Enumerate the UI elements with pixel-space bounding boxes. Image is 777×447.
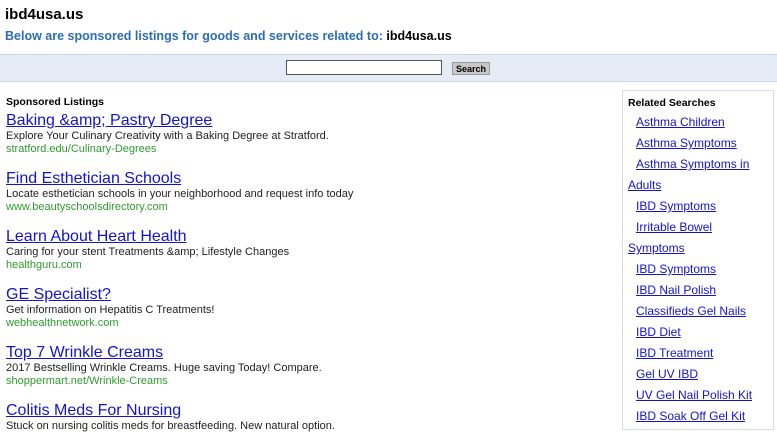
- listing-item: Find Esthetician Schools Locate esthetic…: [6, 170, 606, 214]
- related-search-link[interactable]: Asthma Symptoms: [623, 133, 773, 154]
- listing-url[interactable]: webhealthnetwork.com: [6, 317, 606, 330]
- search-input[interactable]: [286, 60, 442, 75]
- listing-title-link[interactable]: Top 7 Wrinkle Creams: [6, 344, 606, 362]
- related-search-link[interactable]: Adults: [623, 175, 773, 196]
- search-button[interactable]: Search: [452, 62, 490, 75]
- sponsored-listings: Sponsored Listings Baking &amp; Pastry D…: [6, 96, 606, 447]
- related-search-link[interactable]: Asthma Symptoms in: [623, 154, 773, 175]
- related-search-link[interactable]: Gel UV IBD: [623, 364, 773, 385]
- listing-description: Caring for your stent Treatments &amp; L…: [6, 246, 290, 258]
- related-search-link[interactable]: IBD Soak Off Gel Kit: [623, 406, 773, 427]
- related-searches-list: Asthma Children Asthma Symptoms Asthma Sym…: [623, 112, 773, 427]
- related-search-link[interactable]: IBD Symptoms: [623, 259, 773, 280]
- related-search-link[interactable]: UV Gel Nail Polish Kit: [623, 385, 773, 406]
- subtitle: Below are sponsored listings for goods a…: [5, 28, 765, 44]
- listing-description: 2017 Bestselling Wrinkle Creams. Huge sa…: [6, 362, 322, 374]
- listing-title-link[interactable]: Learn About Heart Health: [6, 228, 606, 246]
- listing-url[interactable]: healthguru.com: [6, 259, 606, 272]
- listing-title-link[interactable]: Baking &amp; Pastry Degree: [6, 112, 606, 130]
- listing-description: Explore Your Culinary Creativity with a …: [6, 130, 329, 142]
- listing-item: Colitis Meds For Nursing Stuck on nursin…: [6, 402, 606, 433]
- listing-title-link[interactable]: Colitis Meds For Nursing: [6, 402, 606, 420]
- listing-item: Baking &amp; Pastry Degree Explore Your …: [6, 112, 606, 156]
- related-search-link[interactable]: IBD Symptoms: [623, 196, 773, 217]
- related-search-link[interactable]: Irritable Bowel: [623, 217, 773, 238]
- related-search-link[interactable]: Symptoms: [623, 238, 773, 259]
- listing-title-link[interactable]: GE Specialist?: [6, 286, 606, 304]
- listing-title-link[interactable]: Find Esthetician Schools: [6, 170, 606, 188]
- listing-description: Locate esthetician schools in your neigh…: [6, 188, 354, 200]
- site-title: ibd4usa.us: [5, 6, 84, 23]
- related-searches-heading: Related Searches: [628, 97, 716, 109]
- related-search-link[interactable]: IBD Nail Polish: [623, 280, 773, 301]
- subtitle-prefix: Below are sponsored listings for goods a…: [5, 29, 383, 43]
- subtitle-domain: ibd4usa.us: [386, 29, 452, 43]
- related-search-link[interactable]: IBD Treatment: [623, 343, 773, 364]
- search-bar: Search: [0, 54, 777, 82]
- section-label: Sponsored Listings: [6, 96, 105, 108]
- related-search-link[interactable]: Asthma Children: [623, 112, 773, 133]
- related-search-link[interactable]: IBD Diet: [623, 322, 773, 343]
- listing-item: Top 7 Wrinkle Creams 2017 Bestselling Wr…: [6, 344, 606, 388]
- listing-url[interactable]: stratford.edu/Culinary-Degrees: [6, 143, 606, 156]
- listing-url[interactable]: shoppermart.net/Wrinkle-Creams: [6, 375, 606, 388]
- related-searches-panel: Related Searches Asthma Children Asthma S…: [622, 90, 774, 430]
- listing-item: GE Specialist? Get information on Hepati…: [6, 286, 606, 330]
- listing-description: Stuck on nursing colitis meds for breast…: [6, 420, 335, 432]
- page-header: ibd4usa.us Below are sponsored listings …: [5, 6, 765, 44]
- listing-item: Learn About Heart Health Caring for your…: [6, 228, 606, 272]
- listing-description: Get information on Hepatitis C Treatment…: [6, 304, 215, 316]
- listing-url[interactable]: www.beautyschoolsdirectory.com: [6, 201, 606, 214]
- related-search-link[interactable]: Classifieds Gel Nails: [623, 301, 773, 322]
